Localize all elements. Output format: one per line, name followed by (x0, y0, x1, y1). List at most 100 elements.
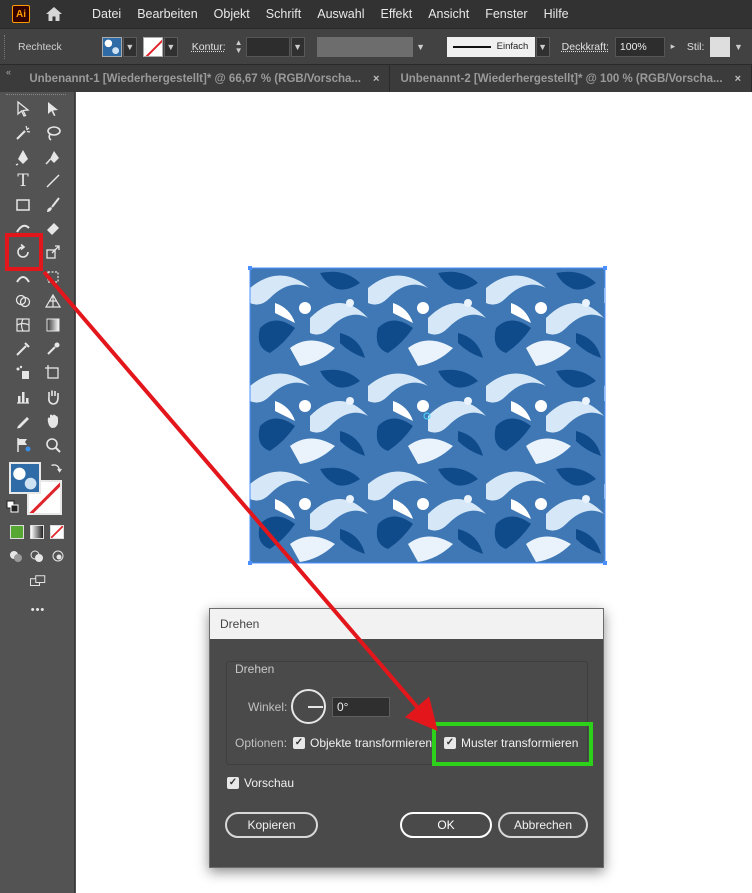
brush-chevron-icon[interactable]: ▼ (535, 36, 550, 57)
pencil-tool-icon[interactable] (12, 410, 34, 432)
color-mode-icon[interactable] (10, 525, 24, 539)
muster-highlight (432, 722, 593, 766)
tools-panel: T ••• (0, 92, 75, 893)
stroke-weight-stepper-icon[interactable]: ▲ ▼ (232, 37, 246, 57)
stroke-weight-field[interactable] (245, 36, 290, 57)
paintbrush-tool-icon[interactable] (42, 194, 64, 216)
menu-fenster[interactable]: Fenster (477, 0, 535, 28)
app-logo: Ai (12, 5, 30, 23)
menu-bearbeiten[interactable]: Bearbeiten (129, 0, 205, 28)
eraser-tool-icon[interactable] (42, 218, 64, 240)
winkel-label: Winkel: (248, 700, 288, 714)
variable-width-profile[interactable] (316, 36, 413, 57)
stroke-swatch[interactable] (142, 36, 163, 57)
stroke-weight-chevron-icon[interactable]: ▼ (290, 36, 305, 57)
hand-tool-icon[interactable] (42, 386, 64, 408)
patterned-rectangle[interactable] (250, 268, 605, 563)
selection-tool-icon[interactable] (12, 98, 34, 120)
rotate-tool-highlight (5, 233, 43, 271)
zoom-tool-icon[interactable] (42, 434, 64, 456)
screen-mode-icon[interactable] (26, 572, 50, 590)
draw-inside-icon[interactable] (50, 548, 66, 564)
fill-dropdown-chevron-icon[interactable]: ▼ (122, 36, 137, 57)
menu-hilfe[interactable]: Hilfe (536, 0, 577, 28)
scale-tool-icon[interactable] (42, 241, 64, 263)
menu-schrift[interactable]: Schrift (258, 0, 309, 28)
home-icon[interactable] (44, 4, 64, 24)
objekte-transformieren-checkbox[interactable]: ✓ (293, 737, 305, 749)
deckkraft-field[interactable]: 100% (614, 36, 665, 57)
control-bar-grip[interactable] (4, 34, 8, 59)
direct-selection-tool-icon[interactable] (42, 98, 64, 120)
menu-datei[interactable]: Datei (84, 0, 129, 28)
stroke-line-preview (452, 45, 491, 48)
eyedropper-blend-tool-icon[interactable] (12, 338, 34, 360)
menu-objekt[interactable]: Objekt (206, 0, 258, 28)
dialog-title: Drehen (210, 609, 603, 639)
menu-items: Datei Bearbeiten Objekt Schrift Auswahl … (84, 0, 577, 28)
tab-label: Unbenannt-1 [Wiederhergestellt]* @ 66,67… (29, 72, 362, 85)
menu-ansicht[interactable]: Ansicht (420, 0, 477, 28)
fill-swatch[interactable] (101, 36, 122, 57)
profile-chevron-icon[interactable]: ▼ (413, 42, 429, 52)
perspective-grid-tool-icon[interactable] (42, 290, 64, 312)
pattern-artwork (250, 268, 605, 563)
symbol-sprayer-tool-icon[interactable] (12, 362, 34, 384)
type-tool-icon[interactable]: T (12, 170, 34, 192)
vorschau-label[interactable]: Vorschau (244, 776, 294, 790)
vorschau-checkbox[interactable]: ✓ (227, 777, 239, 789)
objekte-transformieren-label[interactable]: Objekte transformieren (310, 736, 432, 750)
control-bar: Rechteck ▼ ▼ Kontur: ▲ ▼ ▼ ▼ Einfach ▼ De… (0, 28, 752, 65)
fill-color-swatch[interactable] (9, 462, 41, 494)
close-icon[interactable]: × (373, 73, 379, 85)
document-tabs: « Unbenannt-1 [Wiederhergestellt]* @ 66,… (0, 65, 752, 92)
deckkraft-label[interactable]: Deckkraft: (562, 41, 609, 53)
draw-behind-icon[interactable] (29, 548, 45, 564)
puppet-warp-tool-icon[interactable] (12, 434, 34, 456)
menu-bar: Ai Datei Bearbeiten Objekt Schrift Auswa… (0, 0, 752, 28)
ok-button[interactable]: OK (400, 812, 492, 838)
tab-unbenannt-2[interactable]: Unbenannt-2 [Wiederhergestellt]* @ 100 %… (390, 65, 752, 92)
menu-effekt[interactable]: Effekt (372, 0, 420, 28)
kontur-label[interactable]: Kontur: (192, 41, 226, 53)
graphic-style-swatch[interactable] (710, 36, 731, 57)
collapse-panels-icon[interactable]: « (0, 65, 19, 92)
close-icon[interactable]: × (735, 73, 741, 85)
mesh-tool-icon[interactable] (12, 314, 34, 336)
draw-normal-icon[interactable] (8, 548, 24, 564)
abbrechen-button[interactable]: Abbrechen (498, 812, 588, 838)
stil-label: Stil: (686, 40, 705, 53)
edit-toolbar-icon[interactable]: ••• (26, 602, 50, 618)
stil-chevron-icon[interactable]: ▼ (730, 42, 746, 52)
shape-builder-tool-icon[interactable] (12, 290, 34, 312)
none-mode-icon[interactable] (50, 525, 64, 539)
rotate-dialog: Drehen Drehen Winkel: 0° Optionen: ✓ Obj… (209, 608, 604, 868)
default-colors-icon[interactable] (6, 500, 20, 514)
angle-dial-icon[interactable] (291, 689, 326, 724)
artboard-tool-icon[interactable] (42, 362, 64, 384)
deckkraft-arrow-icon[interactable]: ▸ (665, 41, 681, 52)
free-transform-tool-icon[interactable] (42, 266, 64, 288)
eyedropper-tool-icon[interactable] (42, 338, 64, 360)
toolbar-grip[interactable] (6, 94, 66, 97)
stroke-dropdown-chevron-icon[interactable]: ▼ (163, 36, 178, 57)
optionen-label: Optionen: (235, 736, 288, 750)
tab-label: Unbenannt-2 [Wiederhergestellt]* @ 100 %… (400, 72, 723, 85)
magic-wand-tool-icon[interactable] (12, 122, 34, 144)
line-tool-icon[interactable] (42, 170, 64, 192)
brush-definition[interactable]: Einfach (446, 36, 535, 57)
pen-tool-icon[interactable] (12, 146, 34, 168)
gradient-tool-icon[interactable] (42, 314, 64, 336)
gradient-mode-icon[interactable] (30, 525, 44, 539)
winkel-input[interactable]: 0° (332, 697, 390, 717)
curvature-tool-icon[interactable] (42, 146, 64, 168)
hand-pan-tool-icon[interactable] (42, 410, 64, 432)
object-type-label: Rechteck (18, 40, 62, 53)
rectangle-tool-icon[interactable] (12, 194, 34, 216)
tab-unbenannt-1[interactable]: Unbenannt-1 [Wiederhergestellt]* @ 66,67… (19, 65, 391, 92)
swap-colors-icon[interactable] (48, 460, 64, 476)
kopieren-button[interactable]: Kopieren (225, 812, 318, 838)
menu-auswahl[interactable]: Auswahl (309, 0, 372, 28)
lasso-tool-icon[interactable] (42, 122, 64, 144)
column-graph-tool-icon[interactable] (12, 386, 34, 408)
